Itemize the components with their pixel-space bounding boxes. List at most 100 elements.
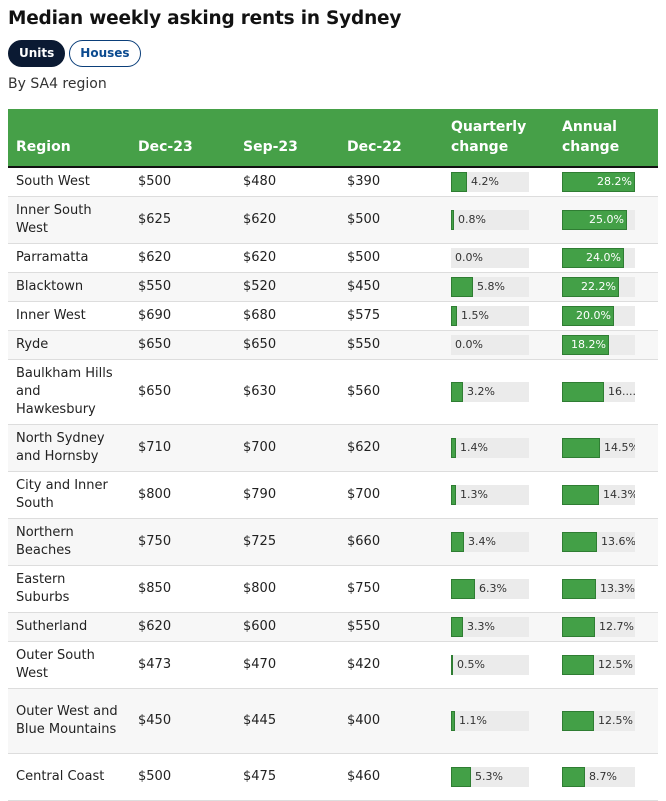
annual-bar-track: 22.2% <box>562 276 635 297</box>
quarterly-label: 1.1% <box>459 713 487 727</box>
annual-change-cell: 16.... <box>554 359 658 425</box>
table-row-13: Outer West and Blue Mountains $450 $445 … <box>8 688 658 754</box>
sep23-cell: $470 <box>235 641 339 689</box>
quarterly-bar <box>451 305 457 326</box>
annual-change-cell: 25.0% <box>554 196 658 244</box>
quarterly-bar-track: 4.2% <box>451 171 529 192</box>
region-cell: Ryde <box>8 330 130 360</box>
annual-bar <box>562 381 604 402</box>
dec22-cell: $450 <box>339 272 443 302</box>
sep23-cell: $790 <box>235 471 339 519</box>
region-cell: Central Coast <box>8 753 130 801</box>
region-cell: South West <box>8 167 130 197</box>
quarterly-change-cell: 6.3% <box>443 565 554 613</box>
annual-change-cell: 22.2% <box>554 272 658 302</box>
quarterly-bar <box>451 209 454 230</box>
dec23-cell: $500 <box>130 753 235 801</box>
quarterly-label: 0.0% <box>455 250 483 264</box>
sep23-cell: $620 <box>235 196 339 244</box>
dec23-cell: $625 <box>130 196 235 244</box>
quarterly-change-cell: 3.3% <box>443 612 554 642</box>
annual-change-cell: 12.5% <box>554 641 658 689</box>
sep23-cell: $475 <box>235 753 339 801</box>
quarterly-label: 1.3% <box>460 487 488 501</box>
column-header-region[interactable]: Region <box>8 109 130 168</box>
annual-bar <box>562 654 594 675</box>
toggle-houses[interactable]: Houses <box>69 40 141 67</box>
quarterly-bar <box>451 531 464 552</box>
toggle-units[interactable]: Units <box>8 40 66 67</box>
table-row-10: Eastern Suburbs $850 $800 $750 6.3% 13.3… <box>8 565 658 613</box>
column-header-sep23[interactable]: Sep-23 <box>235 109 339 168</box>
annual-bar <box>562 484 599 505</box>
quarterly-bar-track: 3.2% <box>451 381 529 402</box>
quarterly-label: 6.3% <box>479 581 507 595</box>
quarterly-change-cell: 1.4% <box>443 424 554 472</box>
column-header-dec23[interactable]: Dec-23 <box>130 109 235 168</box>
quarterly-change-cell: 4.2% <box>443 167 554 197</box>
annual-change-cell: 8.7% <box>554 753 658 801</box>
sep23-cell: $600 <box>235 612 339 642</box>
sep23-cell: $650 <box>235 330 339 360</box>
quarterly-bar <box>451 171 467 192</box>
annual-label: 13.6% <box>601 534 635 548</box>
annual-change-cell: 13.3% <box>554 565 658 613</box>
column-header-quarterly-change[interactable]: Quarterly change <box>443 109 554 168</box>
sep23-cell: $445 <box>235 688 339 754</box>
quarterly-bar-track: 6.3% <box>451 578 529 599</box>
sep23-cell: $700 <box>235 424 339 472</box>
sep23-cell: $680 <box>235 301 339 331</box>
quarterly-label: 0.0% <box>455 337 483 351</box>
annual-change-cell: 24.0% <box>554 243 658 273</box>
table-row-5: Ryde $650 $650 $550 0.0% 18.2% <box>8 330 658 360</box>
quarterly-bar-track: 0.8% <box>451 209 529 230</box>
quarterly-change-cell: 1.5% <box>443 301 554 331</box>
quarterly-change-cell: 0.5% <box>443 641 554 689</box>
page-title: Median weekly asking rents in Sydney <box>8 8 402 29</box>
region-cell: Inner West <box>8 301 130 331</box>
rents-table: Region Dec-23 Sep-23 Dec-22 Quarterly ch… <box>8 109 658 801</box>
dec23-cell: $750 <box>130 518 235 566</box>
dec23-cell: $500 <box>130 167 235 197</box>
annual-label: 20.0% <box>576 308 611 322</box>
dec23-cell: $650 <box>130 330 235 360</box>
dec22-cell: $400 <box>339 688 443 754</box>
annual-label: 14.5% <box>604 440 635 454</box>
sep23-cell: $630 <box>235 359 339 425</box>
quarterly-bar-track: 1.3% <box>451 484 529 505</box>
table-row-4: Inner West $690 $680 $575 1.5% 20.0% <box>8 301 658 331</box>
annual-bar <box>562 766 585 787</box>
annual-bar <box>562 616 595 637</box>
quarterly-label: 5.3% <box>475 769 503 783</box>
dec22-cell: $560 <box>339 359 443 425</box>
quarterly-label: 5.8% <box>477 279 505 293</box>
annual-bar <box>562 578 596 599</box>
property-type-toggle: Units Houses <box>8 40 658 67</box>
quarterly-bar <box>451 616 463 637</box>
quarterly-bar-track: 0.0% <box>451 334 529 355</box>
annual-label: 25.0% <box>589 212 624 226</box>
quarterly-bar-track: 1.1% <box>451 710 529 731</box>
annual-change-cell: 13.6% <box>554 518 658 566</box>
quarterly-bar <box>451 766 471 787</box>
table-row-9: Northern Beaches $750 $725 $660 3.4% 13.… <box>8 518 658 566</box>
quarterly-change-cell: 0.0% <box>443 243 554 273</box>
quarterly-bar-track: 3.4% <box>451 531 529 552</box>
dec23-cell: $690 <box>130 301 235 331</box>
column-header-dec22[interactable]: Dec-22 <box>339 109 443 168</box>
region-cell: Sutherland <box>8 612 130 642</box>
region-cell: Blacktown <box>8 272 130 302</box>
dec22-cell: $420 <box>339 641 443 689</box>
table-row-0: South West $500 $480 $390 4.2% 28.2% <box>8 167 658 197</box>
annual-bar-track: 16.... <box>562 381 635 402</box>
annual-change-cell: 20.0% <box>554 301 658 331</box>
annual-label: 18.2% <box>571 337 606 351</box>
column-header-annual-change[interactable]: Annual change <box>554 109 658 168</box>
region-cell: Inner South West <box>8 196 130 244</box>
quarterly-bar <box>451 654 453 675</box>
quarterly-bar <box>451 276 473 297</box>
region-cell: Baulkham Hills and Hawkesbury <box>8 359 130 425</box>
table-row-6: Baulkham Hills and Hawkesbury $650 $630 … <box>8 359 658 425</box>
table-row-3: Blacktown $550 $520 $450 5.8% 22.2% <box>8 272 658 302</box>
annual-bar-track: 13.6% <box>562 531 635 552</box>
